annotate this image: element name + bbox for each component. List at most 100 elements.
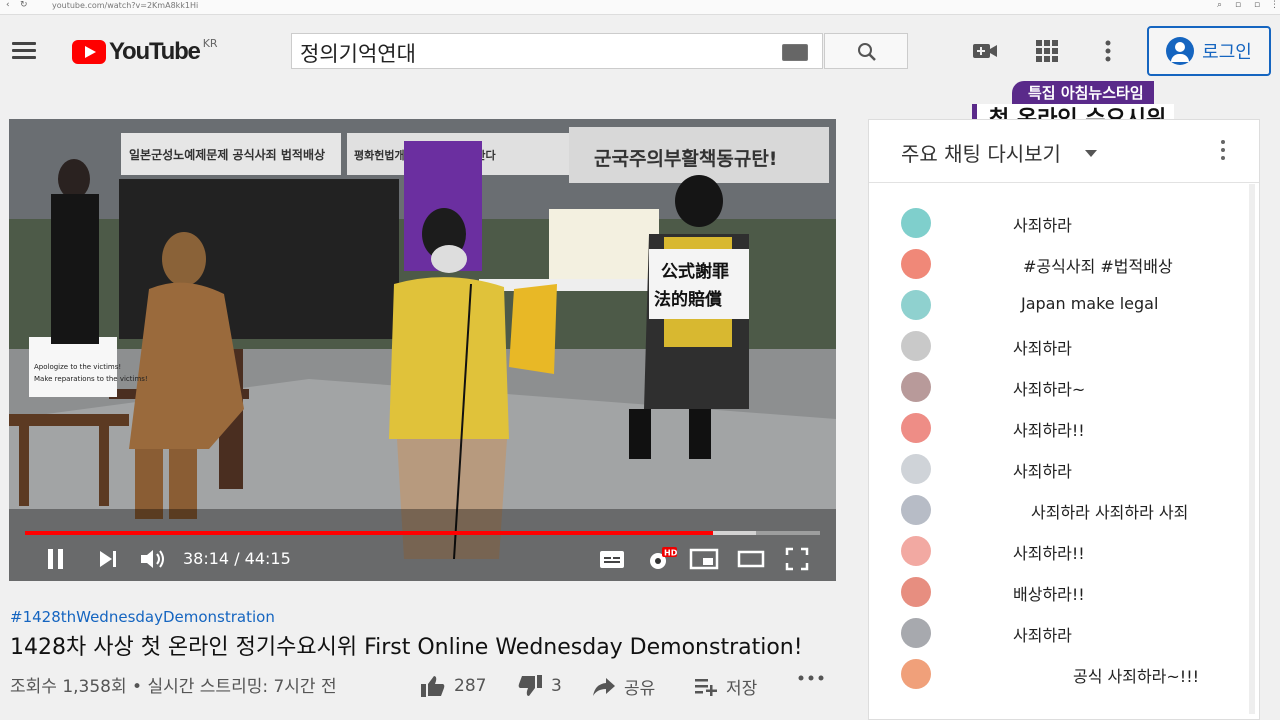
fullscreen-icon	[785, 547, 809, 571]
video-hashtag[interactable]: #1428thWednesdayDemonstration	[10, 608, 275, 626]
more-actions-button[interactable]	[798, 674, 824, 682]
banner-text: 일본군성노예제문제 공식사죄 법적배상	[129, 147, 325, 162]
sign-text: Make reparations to the victims!	[34, 375, 148, 383]
share-button[interactable]: 공유	[592, 674, 655, 699]
chat-message[interactable]: 사죄하라~	[869, 372, 1259, 402]
chat-message[interactable]: 사죄하라!!	[869, 413, 1259, 443]
sign-text: 公式謝罪	[661, 261, 729, 282]
chat-mode-selector[interactable]: 주요 채팅 다시보기	[901, 138, 1061, 167]
avatar	[901, 618, 931, 648]
search-query: 정의기억연대	[300, 42, 416, 66]
chat-message[interactable]: #공식사죄 #법적배상	[869, 249, 1259, 279]
like-count: 287	[454, 676, 487, 696]
avatar	[901, 659, 931, 689]
chat-message[interactable]: 사죄하라 사죄하라 사죄	[869, 495, 1259, 525]
chat-message[interactable]: 사죄하라	[869, 618, 1259, 648]
video-title: 1428차 사상 첫 온라인 정기수요시위 First Online Wedne…	[10, 635, 803, 660]
chat-message[interactable]: Japan make legal	[869, 290, 1259, 320]
sign-text: 法的賠償	[654, 289, 722, 310]
youtube-logo[interactable]: YouTube KR	[72, 36, 218, 66]
volume-button[interactable]	[139, 547, 167, 575]
extension-icon[interactable]: ▫	[1235, 0, 1241, 10]
news-program-tag: 특집 아침뉴스타임	[1012, 81, 1154, 105]
played-bar	[25, 531, 713, 535]
chat-message[interactable]: 사죄하라	[869, 331, 1259, 361]
avatar	[901, 413, 931, 443]
chat-message-text: Japan make legal	[1021, 294, 1159, 313]
chat-more-icon[interactable]	[1221, 140, 1225, 164]
volume-icon	[141, 550, 164, 568]
chat-message[interactable]: 사죄하라	[869, 454, 1259, 484]
share-label: 공유	[624, 679, 656, 699]
search-button[interactable]	[824, 33, 908, 69]
chat-scrollbar[interactable]	[1247, 184, 1257, 714]
miniplayer-icon	[689, 548, 719, 570]
video-frame: 일본군성노예제문제 공식사죄 법적배상 평화헌법개정 ...정권 규탄한다 군국…	[9, 119, 836, 581]
logo-text: YouTube	[109, 38, 201, 65]
chat-message-text: 사죄하라!!	[1013, 421, 1085, 440]
avatar	[901, 290, 931, 320]
search-icon[interactable]: ⌕	[1217, 0, 1222, 10]
avatar	[901, 372, 931, 402]
next-icon	[100, 551, 116, 567]
region-code: KR	[202, 36, 218, 50]
login-button[interactable]: 로그인	[1147, 26, 1271, 76]
chevron-down-icon[interactable]	[1085, 150, 1097, 157]
live-chat-replay: 주요 채팅 다시보기 사죄하라 #공식사죄 #법적배상 Japan make leg…	[868, 119, 1260, 720]
chat-message[interactable]: 배상하라!!	[869, 577, 1259, 607]
guide-menu-icon[interactable]	[12, 42, 36, 60]
theater-mode-button[interactable]	[737, 547, 765, 575]
address-bar[interactable]: youtube.com/watch?v=2KmA8kk1Hi	[52, 1, 198, 10]
search-input[interactable]: 정의기억연대	[291, 33, 823, 69]
back-icon[interactable]: ‹	[6, 0, 10, 10]
video-player[interactable]: 일본군성노예제문제 공식사죄 법적배상 평화헌법개정 ...정권 규탄한다 군국…	[9, 119, 836, 581]
theater-icon	[737, 550, 765, 568]
chat-message-text: 사죄하라!!	[1013, 544, 1085, 563]
keyboard-icon[interactable]	[782, 44, 808, 61]
create-video-icon[interactable]	[972, 40, 998, 66]
miniplayer-button[interactable]	[689, 547, 719, 575]
chat-message[interactable]: 사죄하라	[869, 208, 1259, 238]
avatar	[901, 454, 931, 484]
chat-message-text: 배상하라!!	[1013, 585, 1085, 604]
thumbs-up-icon	[421, 676, 445, 697]
settings-more-icon[interactable]	[1105, 40, 1111, 66]
reload-icon[interactable]: ↻	[20, 0, 28, 10]
settings-button[interactable]: HD	[647, 547, 678, 577]
avatar	[901, 249, 931, 279]
subtitles-button[interactable]	[599, 547, 625, 575]
menu-icon[interactable]: ⋮	[1270, 0, 1279, 10]
save-label: 저장	[726, 679, 758, 699]
youtube-play-icon	[72, 40, 106, 64]
like-button[interactable]: 287	[420, 674, 486, 698]
save-button[interactable]: 저장	[694, 674, 757, 699]
dislike-button[interactable]: 3	[517, 674, 562, 698]
pause-icon	[48, 549, 63, 569]
avatar	[901, 495, 931, 525]
chat-message-text: 사죄하라~	[1013, 380, 1086, 399]
sign-text: Apologize to the victims!	[34, 363, 121, 371]
playlist-add-icon	[695, 678, 717, 696]
chat-message[interactable]: 공식 사죄하라~!!!	[869, 659, 1259, 689]
chat-message[interactable]: 사죄하라!!	[869, 536, 1259, 566]
chat-message-text: 사죄하라	[1013, 462, 1072, 481]
thumbs-down-icon	[518, 675, 542, 696]
apps-grid-icon[interactable]	[1036, 40, 1058, 66]
chat-message-text: 사죄하라	[1013, 626, 1072, 645]
hd-badge: HD	[664, 549, 677, 558]
video-meta: 조회수 1,358회 • 실시간 스트리밍: 7시간 전	[10, 677, 337, 697]
subtitles-icon	[600, 551, 624, 568]
chat-message-text: #공식사죄 #법적배상	[1023, 257, 1173, 276]
avatar	[901, 331, 931, 361]
fullscreen-button[interactable]	[785, 547, 809, 575]
chat-message-text: 사죄하라	[1013, 216, 1072, 235]
extension-icon[interactable]: ▫	[1254, 0, 1260, 10]
share-icon	[593, 677, 615, 696]
chat-message-text: 사죄하라 사죄하라 사죄	[1031, 503, 1189, 522]
avatar	[901, 536, 931, 566]
seek-bar[interactable]	[25, 531, 820, 535]
avatar	[901, 577, 931, 607]
next-button[interactable]	[97, 547, 119, 575]
pause-button[interactable]	[45, 547, 67, 575]
more-horiz-icon	[798, 675, 824, 681]
